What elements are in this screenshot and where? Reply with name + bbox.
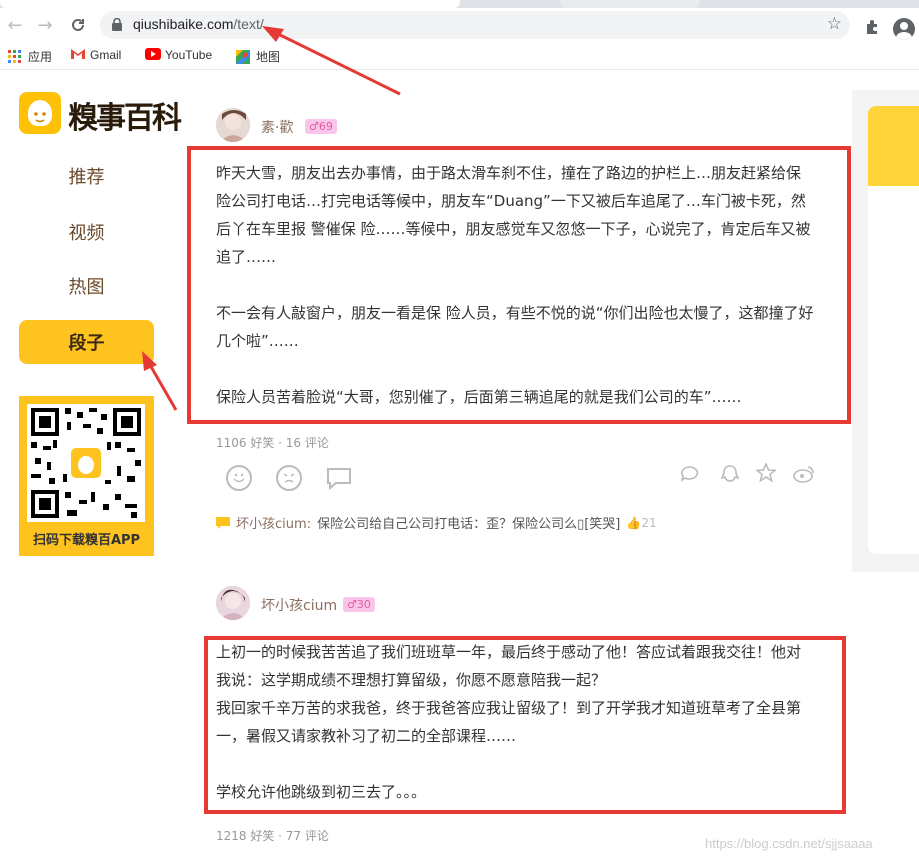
nav-recommend[interactable]: 推荐: [19, 154, 154, 198]
post-author-name[interactable]: 坏小孩cium: [261, 595, 337, 615]
youtube-icon: [145, 48, 161, 62]
app-download-qr[interactable]: 扫码下载糗百APP: [19, 396, 154, 556]
lock-icon: [112, 18, 122, 31]
level-badge: ♂69: [305, 119, 337, 134]
bookmark-label: Gmail: [90, 48, 122, 62]
hot-comment-icon: [216, 516, 230, 529]
tab-inactive[interactable]: [560, 0, 700, 8]
laugh-icon[interactable]: [226, 465, 252, 491]
qr-code: [27, 404, 145, 522]
bookmark-youtube[interactable]: YouTube: [145, 48, 212, 62]
right-banner: [868, 106, 919, 186]
logo-icon[interactable]: [19, 92, 61, 134]
profile-avatar[interactable]: [893, 18, 915, 40]
share-qzone-icon[interactable]: [754, 461, 778, 487]
level-badge: ♂30: [343, 597, 375, 612]
apps-grid-icon: [8, 49, 22, 64]
gmail-icon: [70, 48, 85, 62]
bookmark-apps[interactable]: 应用: [8, 48, 52, 65]
comment-user[interactable]: 坏小孩cium:: [236, 513, 311, 532]
post-author-avatar[interactable]: [216, 586, 250, 620]
forward-icon[interactable]: →: [33, 13, 57, 37]
post-author-avatar[interactable]: [216, 108, 250, 142]
nav-video[interactable]: 视频: [19, 210, 154, 254]
post-author-name[interactable]: 素·歡: [261, 117, 293, 137]
nav-jokes[interactable]: 段子: [19, 320, 154, 364]
post-stats: 1106 好笑 · 16 评论: [216, 436, 329, 450]
highlight-box: [204, 636, 846, 814]
qr-label: 扫码下载糗百APP: [32, 533, 141, 548]
top-comment[interactable]: 坏小孩cium: 保险公司给自己公司打电话：歪？保险公司么▯[笑哭] 👍21: [216, 513, 657, 532]
back-icon[interactable]: ←: [3, 13, 27, 37]
extensions-icon[interactable]: [864, 19, 880, 35]
post-stats: 1218 好笑 · 77 评论: [216, 829, 329, 843]
watermark: https://blog.csdn.net/sjjsaaaa: [705, 836, 873, 851]
address-bar[interactable]: qiushibaike.com/text/ ☆: [100, 11, 850, 39]
share-chat-icon[interactable]: [680, 465, 700, 487]
share-weibo-icon[interactable]: [793, 465, 815, 487]
bookmark-star-icon[interactable]: ☆: [827, 14, 842, 34]
maps-icon: [236, 49, 250, 64]
tab-active[interactable]: [0, 0, 460, 8]
bookmarks-bar: 应用 Gmail YouTube 地图: [0, 42, 919, 70]
bookmark-gmail[interactable]: Gmail: [70, 48, 121, 62]
bookmark-label: YouTube: [165, 48, 213, 62]
browser-toolbar: ← → qiushibaike.com/text/ ☆: [0, 8, 919, 42]
nav-pictures[interactable]: 热图: [19, 264, 154, 308]
logo-text[interactable]: 糗事百科: [68, 93, 182, 137]
dislike-face-icon[interactable]: [276, 465, 302, 491]
comment-icon[interactable]: [326, 466, 352, 491]
tab-strip: [0, 0, 919, 8]
reload-icon[interactable]: [66, 13, 90, 37]
highlight-box: [187, 146, 851, 424]
share-qq-icon[interactable]: [720, 464, 740, 488]
comment-likes[interactable]: 👍21: [626, 516, 656, 530]
url-text: qiushibaike.com/text/: [133, 16, 264, 32]
bookmark-label: 地图: [256, 50, 281, 64]
comment-text: 保险公司给自己公司打电话：歪？保险公司么▯[笑哭]: [317, 517, 621, 532]
right-ad-panel: [852, 90, 919, 572]
bookmark-maps[interactable]: 地图: [236, 48, 280, 65]
right-card[interactable]: [868, 106, 919, 554]
bookmark-label: 应用: [28, 50, 53, 64]
